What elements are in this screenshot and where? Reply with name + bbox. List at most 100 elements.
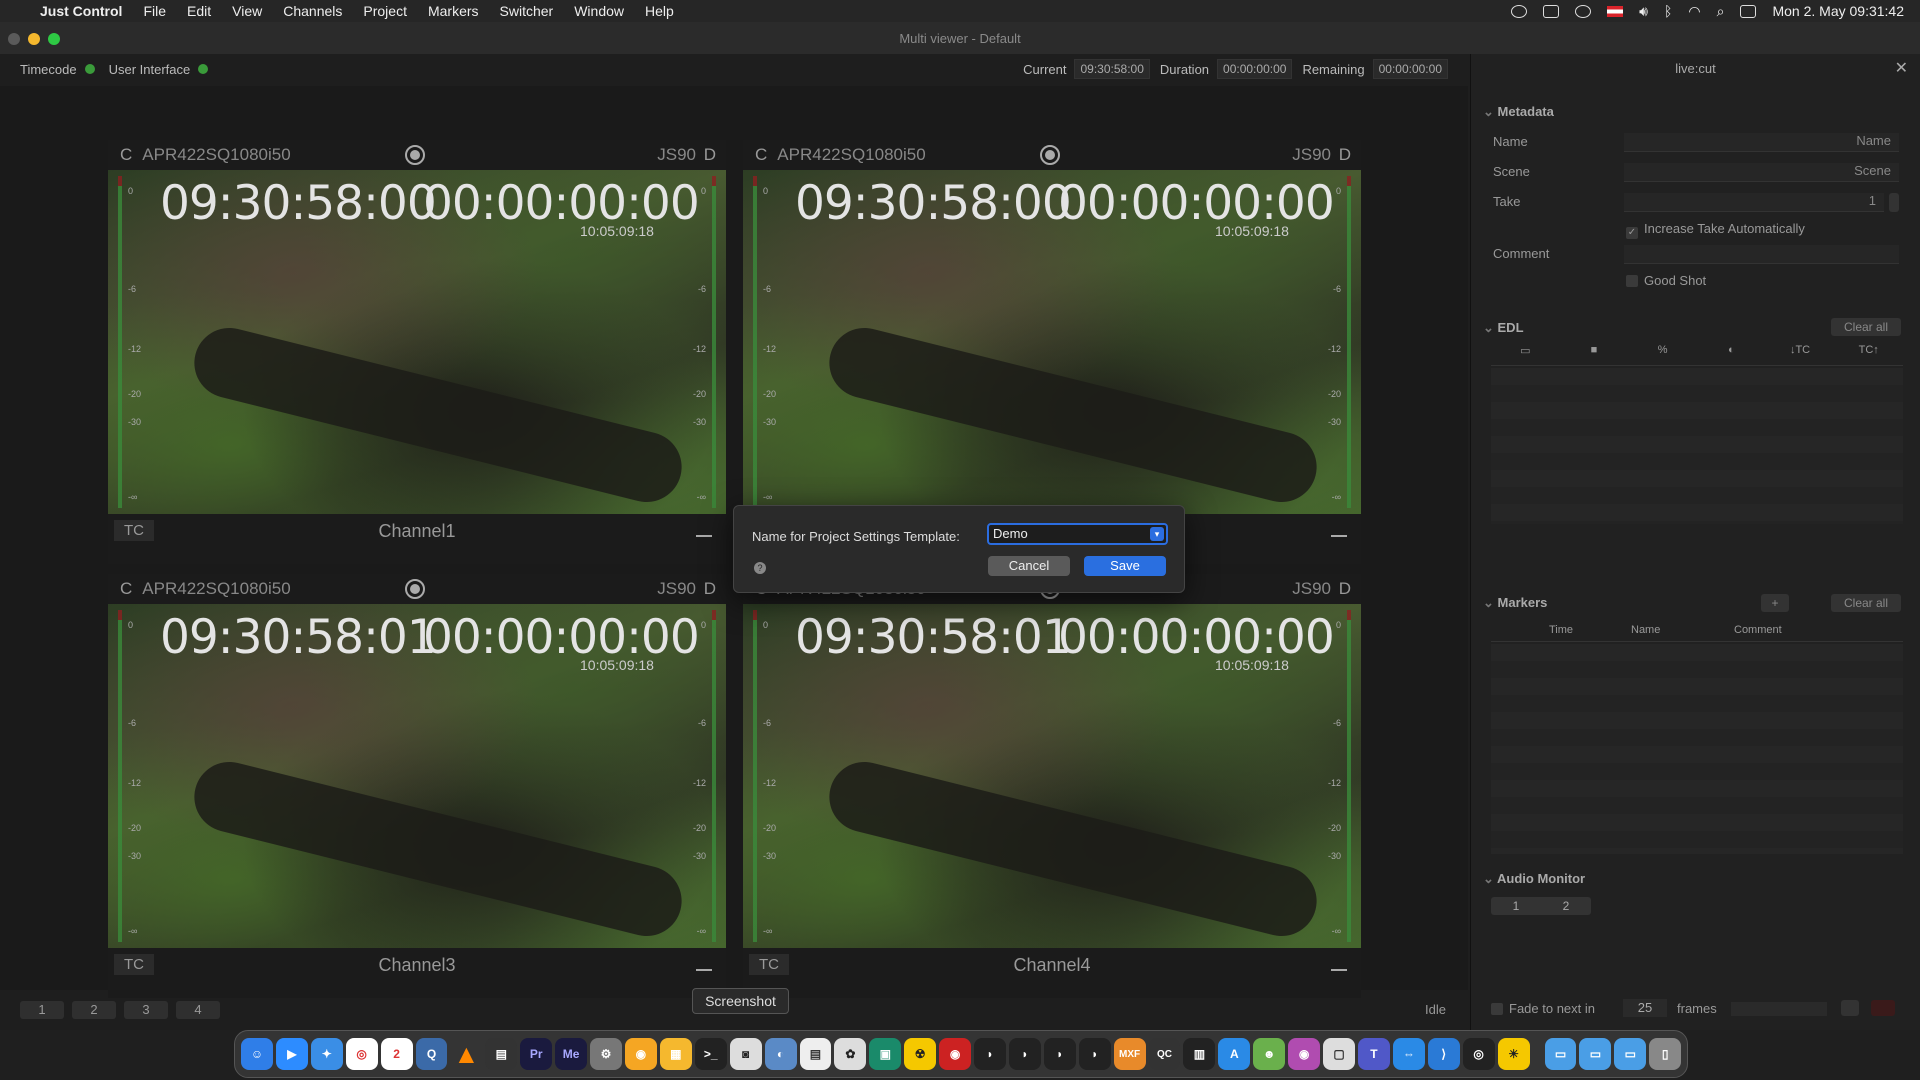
menu-channels[interactable]: Channels [283, 3, 342, 19]
edl-col-percent[interactable]: % [1628, 344, 1697, 365]
video-preview[interactable]: 0 -6 -12 -20 -30 -∞ 0 -6 -12 -20 -30 -∞ 09:30:58:00… [743, 170, 1361, 514]
menu-edit[interactable]: Edit [187, 3, 211, 19]
edl-col-tc-out[interactable]: TC↑ [1834, 344, 1903, 365]
search-icon[interactable]: ⌕ [1717, 3, 1725, 20]
quicktime-icon[interactable]: Q [415, 1038, 448, 1070]
chevron-down-icon[interactable]: ▾ [1150, 527, 1164, 541]
minimize-window-icon[interactable] [28, 33, 40, 45]
video-preview[interactable]: 0 -6 -12 -20 -30 -∞ 0 -6 -12 -20 -30 -∞ 09:30:58:00… [108, 170, 726, 514]
take-stepper[interactable] [1889, 193, 1899, 212]
app-store-icon[interactable]: A [1218, 1038, 1251, 1070]
edl-col-transition[interactable]: ◐ [1697, 344, 1766, 365]
documents-folder-icon[interactable]: ▭ [1579, 1038, 1612, 1070]
edl-col-camera[interactable]: ■ [1560, 344, 1629, 365]
volume-icon[interactable]: 🔊︎ [1639, 3, 1648, 20]
menu-markers[interactable]: Markers [428, 3, 479, 19]
close-window-icon[interactable] [8, 33, 20, 45]
video-preview[interactable]: 0 -6 -12 -20 -30 -∞ 0 -6 -12 -20 -30 -∞ 09:30:58:01… [108, 604, 726, 948]
channel-tile-2[interactable]: C APR422SQ1080i50 JS90 D 0 -6 -12 -20 -30 -∞ 0… [743, 140, 1361, 564]
audio-channel-2[interactable]: 2 [1541, 897, 1591, 915]
tc-button[interactable]: TC [749, 954, 789, 975]
save-button[interactable]: Save [1084, 556, 1166, 576]
metadata-section-title[interactable]: Metadata [1483, 104, 1554, 120]
safari-icon[interactable]: ✦ [310, 1038, 343, 1070]
page-button-3[interactable]: 3 [124, 1001, 168, 1019]
audio-channel-selector[interactable]: 1 2 [1491, 897, 1591, 915]
trash-icon[interactable]: ▯ [1649, 1038, 1682, 1070]
chrome-icon[interactable]: ◎ [345, 1038, 378, 1070]
edl-section-title[interactable]: EDL [1483, 320, 1524, 336]
teamviewer-icon[interactable]: ⇔ [1392, 1038, 1425, 1070]
finder-icon[interactable]: ☺ [241, 1038, 273, 1070]
stop-button[interactable] [1841, 1000, 1859, 1016]
channel-tile-4[interactable]: C APR422SQ1080i50 JS90 D 0-6-12-20-30-∞0… [743, 574, 1361, 998]
system-settings-icon[interactable]: ⚙ [590, 1038, 622, 1070]
channel-tile-1[interactable]: C APR422SQ1080i50 JS90 D 0 -6 -12 -20 -30 -∞ 0… [108, 140, 726, 564]
record-indicator-icon[interactable] [405, 579, 425, 599]
vlc-icon[interactable]: ▲ [450, 1038, 482, 1070]
scene-field[interactable]: Scene [1624, 163, 1899, 182]
tc-button[interactable]: TC [114, 954, 154, 975]
page-button-1[interactable]: 1 [20, 1001, 64, 1019]
menu-switcher[interactable]: Switcher [500, 3, 554, 19]
comment-field[interactable] [1624, 245, 1899, 264]
markers-section-title[interactable]: Markers [1483, 595, 1548, 611]
page-button-4[interactable]: 4 [176, 1001, 220, 1019]
menu-file[interactable]: File [143, 3, 166, 19]
downloads-folder-icon[interactable]: ▭ [1614, 1038, 1647, 1070]
wifi-icon[interactable]: ◠ [1688, 3, 1700, 20]
fade-frames-field[interactable]: 25 [1623, 999, 1667, 1017]
zoom-icon[interactable]: ▶ [275, 1038, 308, 1070]
markers-col-name[interactable]: Name [1631, 624, 1660, 636]
blackmagic-icon[interactable]: ◎ [1462, 1038, 1495, 1070]
premiere-pro-icon[interactable]: Pr [520, 1038, 553, 1070]
grid-app-icon[interactable]: ▦ [659, 1038, 692, 1070]
vscode-icon[interactable]: ⟩ [1427, 1038, 1460, 1070]
markers-table[interactable] [1491, 644, 1903, 854]
display-icon[interactable] [1543, 4, 1560, 18]
good-shot-checkbox[interactable]: Good Shot [1626, 273, 1706, 288]
audio-channel-1[interactable]: 1 [1491, 897, 1541, 915]
menu-view[interactable]: View [232, 3, 262, 19]
app-orange-icon[interactable]: ◉ [624, 1038, 657, 1070]
page-button-2[interactable]: 2 [72, 1001, 116, 1019]
take-field[interactable]: 1 [1624, 193, 1884, 212]
calendar-icon[interactable]: 2 [380, 1038, 413, 1070]
edl-table[interactable] [1491, 368, 1903, 524]
edl-clear-all-button[interactable]: Clear all [1831, 318, 1901, 336]
markers-col-time[interactable]: Time [1549, 624, 1573, 636]
applications-folder-icon[interactable]: ▭ [1544, 1038, 1577, 1070]
terminal-icon[interactable]: >_ [694, 1038, 727, 1070]
teams-icon[interactable]: T [1358, 1038, 1390, 1070]
levels-icon[interactable] [1331, 957, 1347, 971]
qc-app-icon[interactable]: QC [1148, 1038, 1181, 1070]
control-center-icon[interactable] [1740, 4, 1757, 18]
podcast-app-icon[interactable]: ◉ [1288, 1038, 1321, 1070]
alien-app-icon[interactable]: ☻ [1253, 1038, 1286, 1070]
monitor-app-icon[interactable]: ▣ [869, 1038, 902, 1070]
app-dark-2-icon[interactable]: ◗ [1008, 1038, 1041, 1070]
record-indicator-icon[interactable] [1040, 145, 1060, 165]
app-dark-3-icon[interactable]: ◗ [1043, 1038, 1076, 1070]
radiation-app-icon[interactable]: ☢ [904, 1038, 937, 1070]
menu-help[interactable]: Help [645, 3, 674, 19]
menu-window[interactable]: Window [574, 3, 624, 19]
audio-monitor-section-title[interactable]: Audio Monitor [1483, 871, 1585, 887]
markers-clear-all-button[interactable]: Clear all [1831, 594, 1901, 612]
keyboard-flag-icon[interactable] [1607, 5, 1624, 17]
record-status-icon[interactable] [1511, 4, 1528, 18]
mxf-app-icon[interactable]: MXF [1113, 1038, 1146, 1070]
screenshot-icon[interactable]: ◙ [729, 1038, 762, 1070]
red-app-icon[interactable]: ◉ [939, 1038, 972, 1070]
levels-icon[interactable] [1331, 523, 1347, 537]
activity-monitor-icon[interactable]: ▥ [1183, 1038, 1216, 1070]
levels-icon[interactable] [696, 523, 712, 537]
close-sidebar-icon[interactable]: ✕ [1895, 58, 1908, 78]
menu-app[interactable]: Just Control [40, 3, 122, 19]
name-field[interactable]: Name [1624, 133, 1899, 152]
increase-take-checkbox[interactable]: ✓ Increase Take Automatically [1626, 221, 1805, 239]
add-marker-button[interactable]: + [1761, 594, 1789, 612]
tc-button[interactable]: TC [114, 520, 154, 541]
video-preview[interactable]: 0 -6 -12 -20 -30 -∞ 0 -6 -12 -20 -30 -∞ 09:30:58:01… [743, 604, 1361, 948]
davinci-icon[interactable]: ✿ [834, 1038, 867, 1070]
